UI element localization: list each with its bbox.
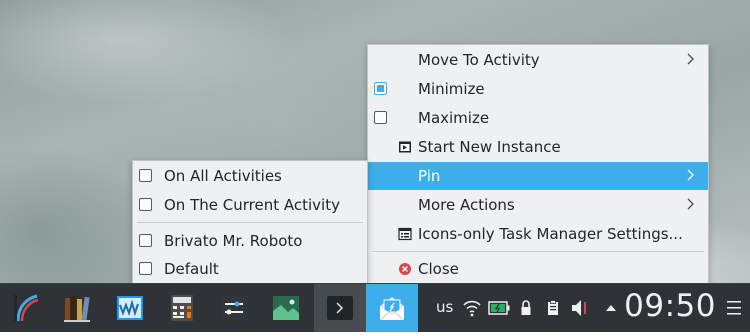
- lock-icon[interactable]: [519, 284, 533, 332]
- menu-item-minimize[interactable]: Minimize: [368, 75, 708, 103]
- wifi-icon[interactable]: [462, 284, 482, 332]
- activity-default-checkbox[interactable]: [139, 262, 152, 275]
- panel-menu-icon[interactable]: [726, 297, 742, 319]
- mail-client-icon[interactable]: [366, 284, 418, 332]
- menu-item-label: More Actions: [418, 196, 515, 214]
- battery-icon[interactable]: [487, 284, 511, 332]
- on-all-activities-checkbox[interactable]: [139, 169, 152, 182]
- close-icon: [398, 262, 412, 276]
- volume-muted-icon[interactable]: [570, 284, 592, 332]
- taskbar-panel: us 09:50: [0, 283, 750, 332]
- menu-item-more-actions[interactable]: More Actions: [368, 191, 708, 219]
- system-monitor-icon[interactable]: [104, 284, 156, 332]
- menu-item-label: Start New Instance: [418, 138, 561, 156]
- chevron-right-icon: [684, 197, 698, 211]
- calibre-library-icon[interactable]: [52, 284, 104, 332]
- digital-clock[interactable]: 09:50: [624, 288, 716, 324]
- submenu-item-label: Default: [164, 260, 219, 278]
- menu-item-close[interactable]: Close: [368, 255, 708, 283]
- submenu-item-label: On The Current Activity: [164, 196, 340, 214]
- menu-separator: [372, 251, 704, 252]
- menu-item-move-to-activity[interactable]: Move To Activity: [368, 46, 708, 74]
- submenu-item-on-current-activity[interactable]: On The Current Activity: [133, 191, 367, 219]
- submenu-item-label: Brivato Mr. Roboto: [164, 232, 303, 250]
- minimize-checkbox[interactable]: [374, 82, 387, 95]
- tray-expand-arrow-icon[interactable]: [603, 284, 619, 332]
- kde-app-launcher-icon[interactable]: [0, 284, 52, 332]
- pin-submenu: On All Activities On The Current Activit…: [132, 160, 368, 284]
- task-context-menu: Move To Activity Minimize Maximize Start…: [367, 44, 709, 284]
- activity-brivato-checkbox[interactable]: [139, 234, 152, 247]
- maximize-checkbox[interactable]: [374, 111, 387, 124]
- menu-item-label: Minimize: [418, 80, 485, 98]
- chevron-right-icon: [684, 168, 698, 182]
- menu-item-label: Pin: [418, 167, 441, 185]
- submenu-item-activity-default[interactable]: Default: [133, 255, 367, 283]
- on-current-activity-checkbox[interactable]: [139, 198, 152, 211]
- configure-icon: [398, 227, 412, 241]
- settings-sliders-icon[interactable]: [208, 284, 260, 332]
- submenu-item-activity-brivato[interactable]: Brivato Mr. Roboto: [133, 227, 367, 255]
- keyboard-layout-indicator[interactable]: us: [436, 298, 453, 316]
- menu-item-label: Move To Activity: [418, 51, 540, 69]
- calculator-icon[interactable]: [156, 284, 208, 332]
- image-viewer-icon[interactable]: [260, 284, 312, 332]
- menu-item-label: Maximize: [418, 109, 490, 127]
- menu-item-pin[interactable]: Pin: [368, 162, 708, 190]
- menu-item-label: Icons-only Task Manager Settings...: [418, 225, 683, 243]
- submenu-item-on-all-activities[interactable]: On All Activities: [133, 162, 367, 190]
- menu-item-label: Close: [418, 260, 459, 278]
- menu-item-start-new-instance[interactable]: Start New Instance: [368, 133, 708, 161]
- submenu-item-label: On All Activities: [164, 167, 282, 185]
- window-new-icon: [398, 140, 412, 154]
- clipboard-icon[interactable]: [546, 284, 560, 332]
- menu-item-maximize[interactable]: Maximize: [368, 104, 708, 132]
- menu-item-task-manager-settings[interactable]: Icons-only Task Manager Settings...: [368, 220, 708, 248]
- menu-separator: [137, 222, 363, 223]
- terminal-icon[interactable]: [314, 284, 366, 332]
- chevron-right-icon: [684, 52, 698, 66]
